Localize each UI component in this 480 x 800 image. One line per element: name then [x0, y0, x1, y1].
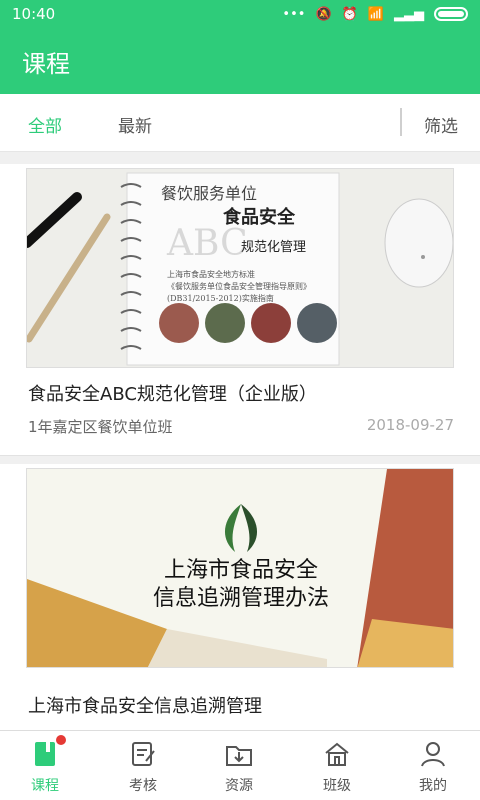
cover-line6: (DB31/2015-2012)实施指南 [167, 293, 274, 303]
signal-icon: ▂▃▅ [394, 6, 424, 22]
tab-latest[interactable]: 最新 [118, 112, 152, 137]
book-icon [30, 735, 66, 769]
nav-label: 班级 [323, 778, 351, 794]
cover-abc: ABC [166, 223, 248, 264]
course-card[interactable]: 餐饮服务单位 食品安全 ABC 规范化管理 上海市食品安全地方标准 《餐饮服务单… [0, 164, 480, 456]
download-folder-icon [224, 739, 254, 769]
course-thumbnail[interactable]: 上海市食品安全 信息追溯管理办法 [26, 468, 454, 668]
exam-icon [128, 739, 158, 769]
nav-courses[interactable]: 课程 [10, 735, 80, 795]
user-icon [418, 739, 448, 769]
course-image-1: 餐饮服务单位 食品安全 ABC 规范化管理 上海市食品安全地方标准 《餐饮服务单… [27, 169, 453, 367]
status-bar: 10:40 ••• 🔕 ⏰ 📶 ▂▃▅ [0, 0, 480, 28]
cover-line5: 《餐饮服务单位食品安全管理指导原则》 [167, 281, 311, 291]
nav-label: 考核 [129, 778, 157, 794]
nav-resources[interactable]: 资源 [204, 739, 274, 795]
course-list[interactable]: 餐饮服务单位 食品安全 ABC 规范化管理 上海市食品安全地方标准 《餐饮服务单… [0, 152, 480, 730]
more-icon: ••• [282, 6, 306, 22]
cover-line1: 餐饮服务单位 [161, 184, 257, 203]
course-thumbnail[interactable]: 餐饮服务单位 食品安全 ABC 规范化管理 上海市食品安全地方标准 《餐饮服务单… [26, 168, 454, 368]
cover-line3: 规范化管理 [241, 240, 306, 255]
course-date: 2018-09-27 [366, 416, 454, 434]
bottom-navigation: 课程 考核 资源 班级 我的 [0, 730, 480, 800]
course-title[interactable]: 上海市食品安全信息追溯管理 [28, 692, 262, 718]
nav-exams[interactable]: 考核 [108, 739, 178, 795]
filter-bar: 全部 最新 筛选 [0, 94, 480, 152]
nav-label: 资源 [225, 778, 253, 794]
filter-button[interactable]: 筛选 [424, 112, 458, 137]
nav-label: 我的 [419, 778, 447, 794]
tab-all[interactable]: 全部 [28, 112, 62, 137]
notification-badge [56, 735, 66, 745]
course-class: 1年嘉定区餐饮单位班 [28, 418, 173, 436]
course-title[interactable]: 食品安全ABC规范化管理（企业版） [28, 380, 317, 406]
alarm-icon: ⏰ [341, 6, 358, 22]
banner-line1: 上海市食品安全 [164, 558, 318, 583]
course-card[interactable]: 上海市食品安全 信息追溯管理办法 上海市食品安全信息追溯管理 [0, 464, 480, 730]
battery-icon [434, 7, 468, 21]
course-image-2: 上海市食品安全 信息追溯管理办法 [27, 469, 453, 667]
filter-divider [400, 108, 402, 136]
status-time: 10:40 [12, 5, 56, 23]
wifi-icon: 📶 [367, 6, 384, 22]
nav-label: 课程 [31, 778, 59, 794]
cover-line4: 上海市食品安全地方标准 [167, 269, 255, 279]
top-bar: 10:40 ••• 🔕 ⏰ 📶 ▂▃▅ 课程 [0, 0, 480, 94]
page-title: 课程 [22, 50, 70, 78]
banner-line2: 信息追溯管理办法 [153, 586, 329, 611]
status-icons: ••• 🔕 ⏰ 📶 ▂▃▅ [282, 7, 468, 22]
mute-icon: 🔕 [315, 6, 332, 22]
home-icon [322, 739, 352, 769]
nav-me[interactable]: 我的 [398, 739, 468, 795]
nav-classes[interactable]: 班级 [302, 739, 372, 795]
